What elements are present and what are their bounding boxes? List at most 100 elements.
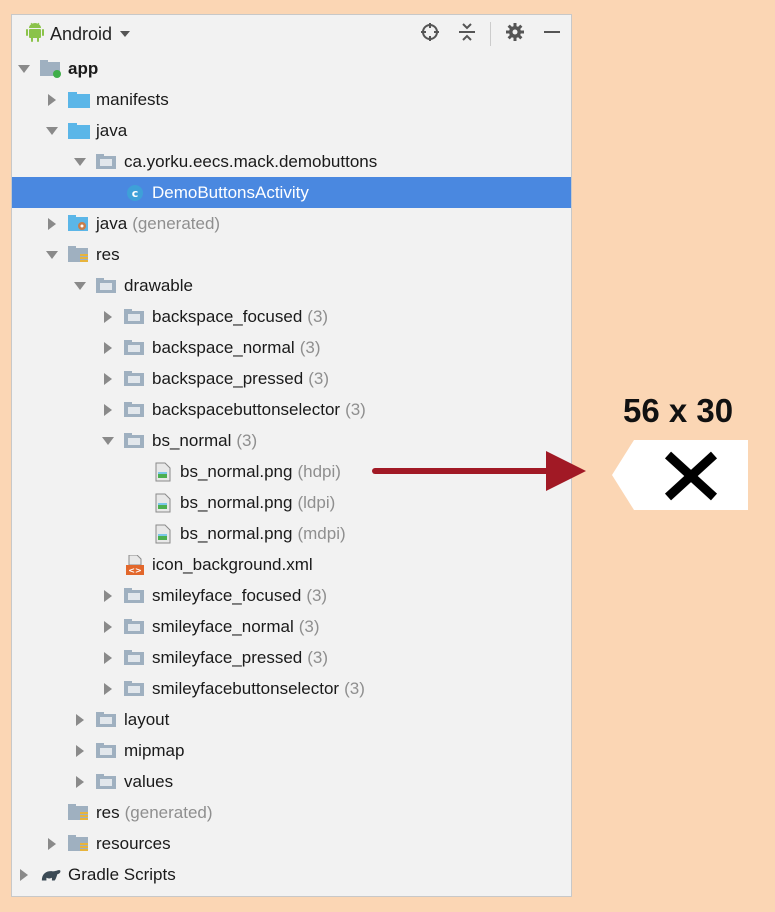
tree-row[interactable]: backspace_pressed (3) (12, 363, 571, 394)
tree-item-label: layout (124, 709, 170, 729)
expand-arrow-icon[interactable] (72, 744, 88, 757)
minimize-icon[interactable] (543, 22, 561, 47)
collapse-arrow-icon[interactable] (16, 64, 32, 73)
tree-row[interactable]: smileyface_normal (3) (12, 611, 571, 642)
svg-text:<>: <> (128, 566, 141, 575)
tree-item-label: bs_normal.png (180, 461, 293, 481)
tree-item-suffix: (generated) (124, 802, 213, 822)
expand-arrow-icon[interactable] (100, 403, 116, 416)
expand-arrow-icon[interactable] (100, 372, 116, 385)
tree-item-label: values (124, 771, 174, 791)
expand-arrow-icon[interactable] (100, 682, 116, 695)
tree-row[interactable]: mipmap (12, 735, 571, 766)
module-folder-icon (40, 59, 62, 78)
tree-row[interactable]: app (12, 53, 571, 84)
tree-row[interactable]: bs_normal (3) (12, 425, 571, 456)
tree-item-label: backspace_pressed (152, 368, 304, 388)
folder-icon (68, 91, 90, 109)
tree-item-label: Gradle Scripts (68, 864, 176, 884)
tree-row[interactable]: drawable (12, 270, 571, 301)
expand-arrow-icon[interactable] (100, 310, 116, 323)
tree-item-suffix: (3) (307, 306, 329, 326)
tree-row[interactable]: ca.yorku.eecs.mack.demobuttons (12, 146, 571, 177)
expand-arrow-icon[interactable] (100, 341, 116, 354)
tree-item-suffix: (3) (298, 616, 320, 636)
collapse-all-icon[interactable] (458, 22, 476, 47)
resources-folder-icon (68, 834, 90, 853)
tree-row[interactable]: bs_normal.png (mdpi) (12, 518, 571, 549)
expand-arrow-icon[interactable] (72, 713, 88, 726)
package-icon (124, 308, 146, 326)
expand-arrow-icon[interactable] (100, 620, 116, 633)
collapse-arrow-icon[interactable] (44, 126, 60, 135)
chevron-down-icon[interactable] (120, 31, 131, 37)
tree-row[interactable]: bs_normal.png (ldpi) (12, 487, 571, 518)
tree-row[interactable]: values (12, 766, 571, 797)
toolbar-divider (490, 22, 491, 46)
expand-arrow-icon[interactable] (100, 589, 116, 602)
tree-item-label: manifests (96, 89, 169, 109)
tree-row[interactable]: backspace_focused (3) (12, 301, 571, 332)
folder-icon (68, 122, 90, 140)
tree-row[interactable]: resources (12, 828, 571, 859)
gear-icon[interactable] (505, 22, 525, 47)
tree-item-suffix: (hdpi) (297, 461, 341, 481)
tree-item-label: res (96, 802, 120, 822)
tree-item-label: drawable (124, 275, 193, 295)
arrow-head-icon (546, 451, 586, 491)
tree-row[interactable]: backspacebuttonselector (3) (12, 394, 571, 425)
project-view-selector[interactable]: Android (50, 24, 112, 45)
package-icon (124, 618, 146, 636)
tree-item-label: app (68, 58, 99, 78)
tree-item-label: smileyface_normal (152, 616, 294, 636)
tree-item-label: backspace_normal (152, 337, 295, 357)
package-icon (124, 432, 146, 450)
tree-row[interactable]: c DemoButtonsActivity (12, 177, 571, 208)
collapse-arrow-icon[interactable] (72, 157, 88, 166)
tree-item-suffix: (3) (306, 585, 328, 605)
tree-item-label: smileyface_focused (152, 585, 302, 605)
tree-row[interactable]: layout (12, 704, 571, 735)
tree-row[interactable]: Gradle Scripts (12, 859, 571, 890)
expand-arrow-icon[interactable] (44, 93, 60, 106)
expand-arrow-icon[interactable] (44, 837, 60, 850)
package-icon (124, 587, 146, 605)
collapse-arrow-icon[interactable] (100, 436, 116, 445)
tree-item-label: java (96, 213, 128, 233)
resources-folder-icon (68, 245, 90, 264)
tree-item-suffix: (ldpi) (297, 492, 336, 512)
tree-row[interactable]: <> icon_background.xml (12, 549, 571, 580)
tree-item-suffix: (3) (344, 678, 365, 698)
tree-row[interactable]: res (generated) (12, 797, 571, 828)
resources-folder-icon (68, 803, 90, 822)
tree-item-suffix: (generated) (132, 213, 221, 233)
tree-item-suffix: (3) (236, 430, 258, 450)
image-file-icon (152, 462, 174, 481)
collapse-arrow-icon[interactable] (44, 250, 60, 259)
expand-arrow-icon[interactable] (72, 775, 88, 788)
tree-row[interactable]: java (generated) (12, 208, 571, 239)
tree-row[interactable]: manifests (12, 84, 571, 115)
tree-item-label: bs_normal.png (180, 492, 293, 512)
project-panel: Android app manifests java ca.yorku.eecs… (11, 14, 572, 897)
tree-row[interactable]: smileyface_focused (3) (12, 580, 571, 611)
locate-target-icon[interactable] (420, 22, 440, 47)
expand-arrow-icon[interactable] (16, 868, 32, 881)
image-file-icon (152, 493, 174, 512)
tree-item-suffix: (3) (307, 647, 329, 667)
tree-item-suffix: (3) (345, 399, 366, 419)
tree-row[interactable]: smileyfacebuttonselector (3) (12, 673, 571, 704)
expand-arrow-icon[interactable] (44, 217, 60, 230)
tree-item-label: resources (96, 833, 171, 853)
tree-row[interactable]: java (12, 115, 571, 146)
tree-item-label: smileyfacebuttonselector (152, 678, 340, 698)
tree-row[interactable]: res (12, 239, 571, 270)
tree-row[interactable]: smileyface_pressed (3) (12, 642, 571, 673)
tree-row[interactable]: backspace_normal (3) (12, 332, 571, 363)
android-icon (12, 22, 50, 47)
package-icon (124, 370, 146, 388)
collapse-arrow-icon[interactable] (72, 281, 88, 290)
package-icon (124, 680, 146, 698)
package-icon (96, 711, 118, 729)
expand-arrow-icon[interactable] (100, 651, 116, 664)
